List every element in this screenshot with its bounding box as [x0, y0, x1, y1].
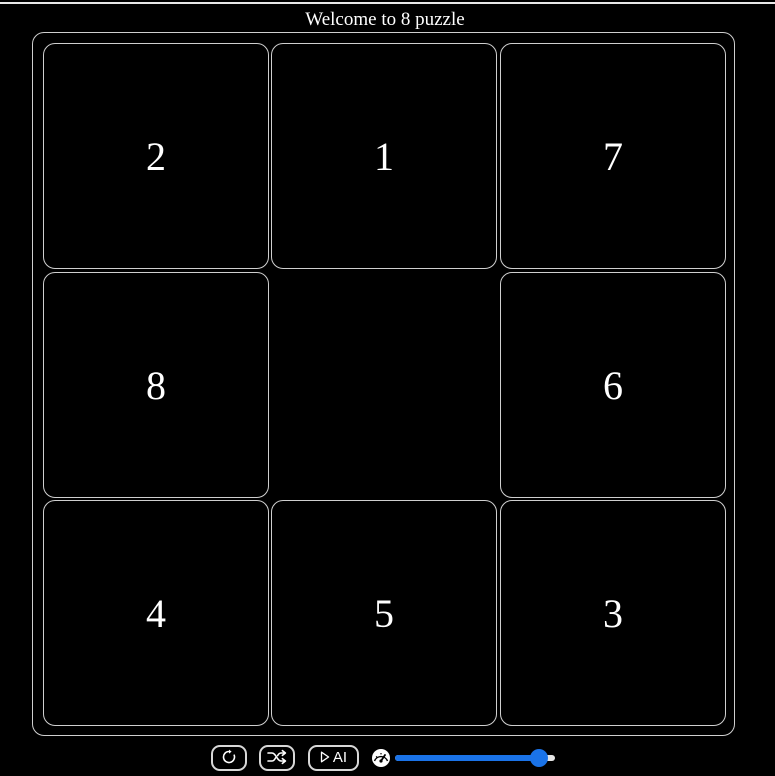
tile[interactable]: 2 — [43, 43, 269, 269]
speedometer-icon — [370, 747, 392, 769]
tile[interactable]: 3 — [500, 500, 726, 726]
slider-fill — [395, 755, 539, 761]
tile[interactable]: 6 — [500, 272, 726, 498]
tile[interactable]: 5 — [271, 500, 497, 726]
tile[interactable]: 8 — [43, 272, 269, 498]
reset-icon — [221, 749, 237, 768]
shuffle-button[interactable] — [259, 745, 295, 771]
tile[interactable]: 7 — [500, 43, 726, 269]
empty-tile — [271, 272, 497, 498]
control-bar: AI — [0, 744, 775, 772]
page-title: Welcome to 8 puzzle — [305, 9, 465, 30]
shuffle-icon — [267, 749, 287, 768]
puzzle-board: 2 1 7 8 6 4 5 3 — [32, 32, 735, 736]
tile[interactable]: 1 — [271, 43, 497, 269]
tile[interactable]: 4 — [43, 500, 269, 726]
ai-solve-button[interactable]: AI — [308, 745, 359, 771]
speed-slider[interactable] — [395, 749, 555, 767]
reset-button[interactable] — [211, 745, 247, 771]
ai-button-label: AI — [332, 749, 348, 766]
top-divider — [0, 2, 775, 4]
play-icon — [320, 751, 330, 766]
slider-thumb[interactable] — [530, 749, 548, 767]
